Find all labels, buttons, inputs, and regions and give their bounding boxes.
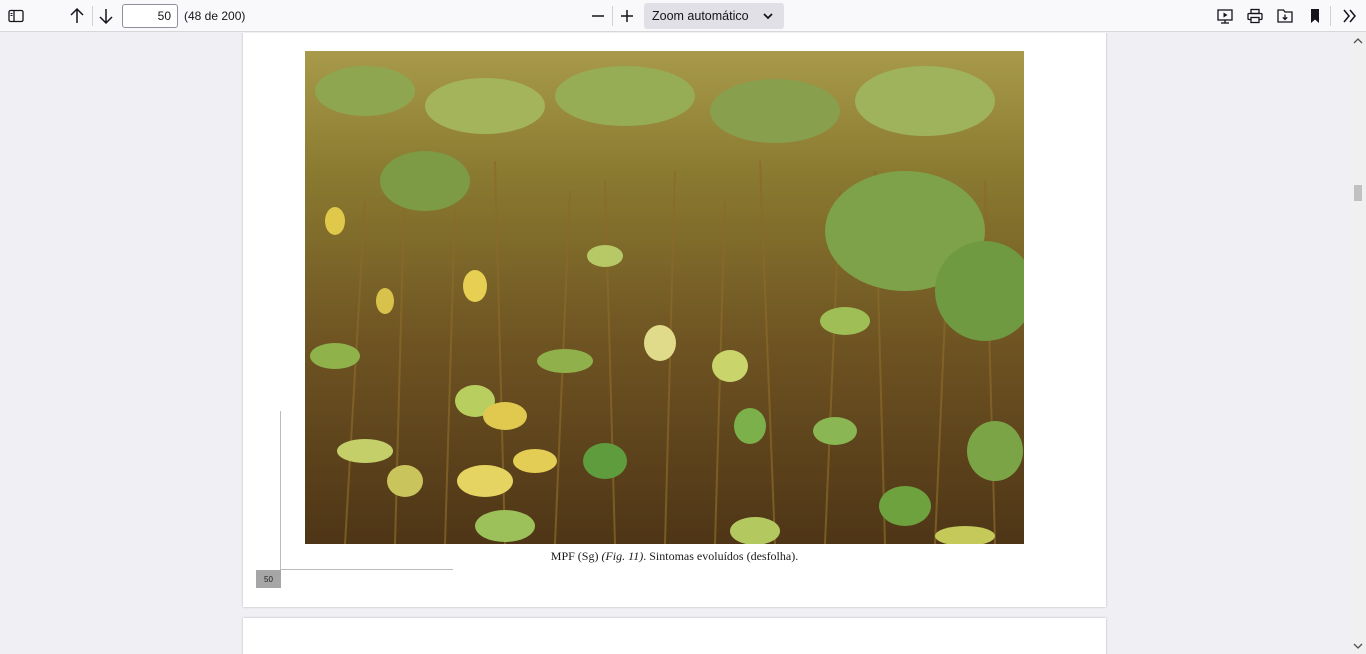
photo-image [305,51,1024,544]
previous-page-button[interactable] [64,3,90,29]
sidebar-toggle-button[interactable] [3,3,29,29]
pdf-page: MPF (Sg) (Fig. 11). Sintomas evoluídos (… [243,33,1106,607]
pdf-viewer[interactable]: MPF (Sg) (Fig. 11). Sintomas evoluídos (… [0,33,1350,654]
minus-icon [592,15,604,17]
plus-icon [621,10,633,22]
chevron-up-icon [1353,38,1363,44]
presentation-mode-button[interactable] [1212,3,1238,29]
tools-menu-button[interactable] [1337,3,1363,29]
toolbar-separator [612,6,613,26]
page-count-label: (48 de 200) [184,9,246,23]
vertical-scrollbar[interactable] [1350,33,1366,654]
print-icon [1247,8,1263,24]
caption-description: . Sintomas evoluídos (desfolha). [643,549,799,563]
next-page-button[interactable] [93,3,119,29]
page-decoration-line [280,411,281,570]
scroll-down-button[interactable] [1350,638,1366,654]
save-icon [1277,9,1293,23]
sidebar-toggle-icon [8,9,24,23]
toolbar-separator [1330,6,1331,26]
pdf-page [243,618,1106,654]
save-button[interactable] [1272,3,1298,29]
page-footer-number: 50 [256,570,281,588]
page-decoration-line [280,569,453,570]
zoom-select-label: Zoom automático [652,9,749,23]
print-button[interactable] [1242,3,1268,29]
zoom-select[interactable]: Zoom automático [644,3,784,29]
scroll-up-button[interactable] [1350,33,1366,49]
zoom-out-button[interactable] [585,3,611,29]
double-chevron-right-icon [1343,9,1356,23]
chevron-down-icon [763,13,773,20]
zoom-in-button[interactable] [614,3,640,29]
arrow-up-icon [70,7,84,23]
presentation-icon [1217,9,1233,24]
page-number-input[interactable] [122,4,178,28]
caption-main: MPF (Sg) [550,549,602,563]
caption-figure-ref: (Fig. 11) [601,549,644,563]
bookmark-icon [1311,9,1319,23]
figure-caption: MPF (Sg) (Fig. 11). Sintomas evoluídos (… [243,549,1106,564]
arrow-down-icon [99,9,113,25]
bookmark-button[interactable] [1302,3,1328,29]
scrollbar-thumb[interactable] [1354,185,1362,201]
chevron-down-icon [1353,643,1363,649]
soybean-field-photo [305,51,1024,544]
pdf-toolbar: (48 de 200) Zoom automático [0,0,1366,32]
